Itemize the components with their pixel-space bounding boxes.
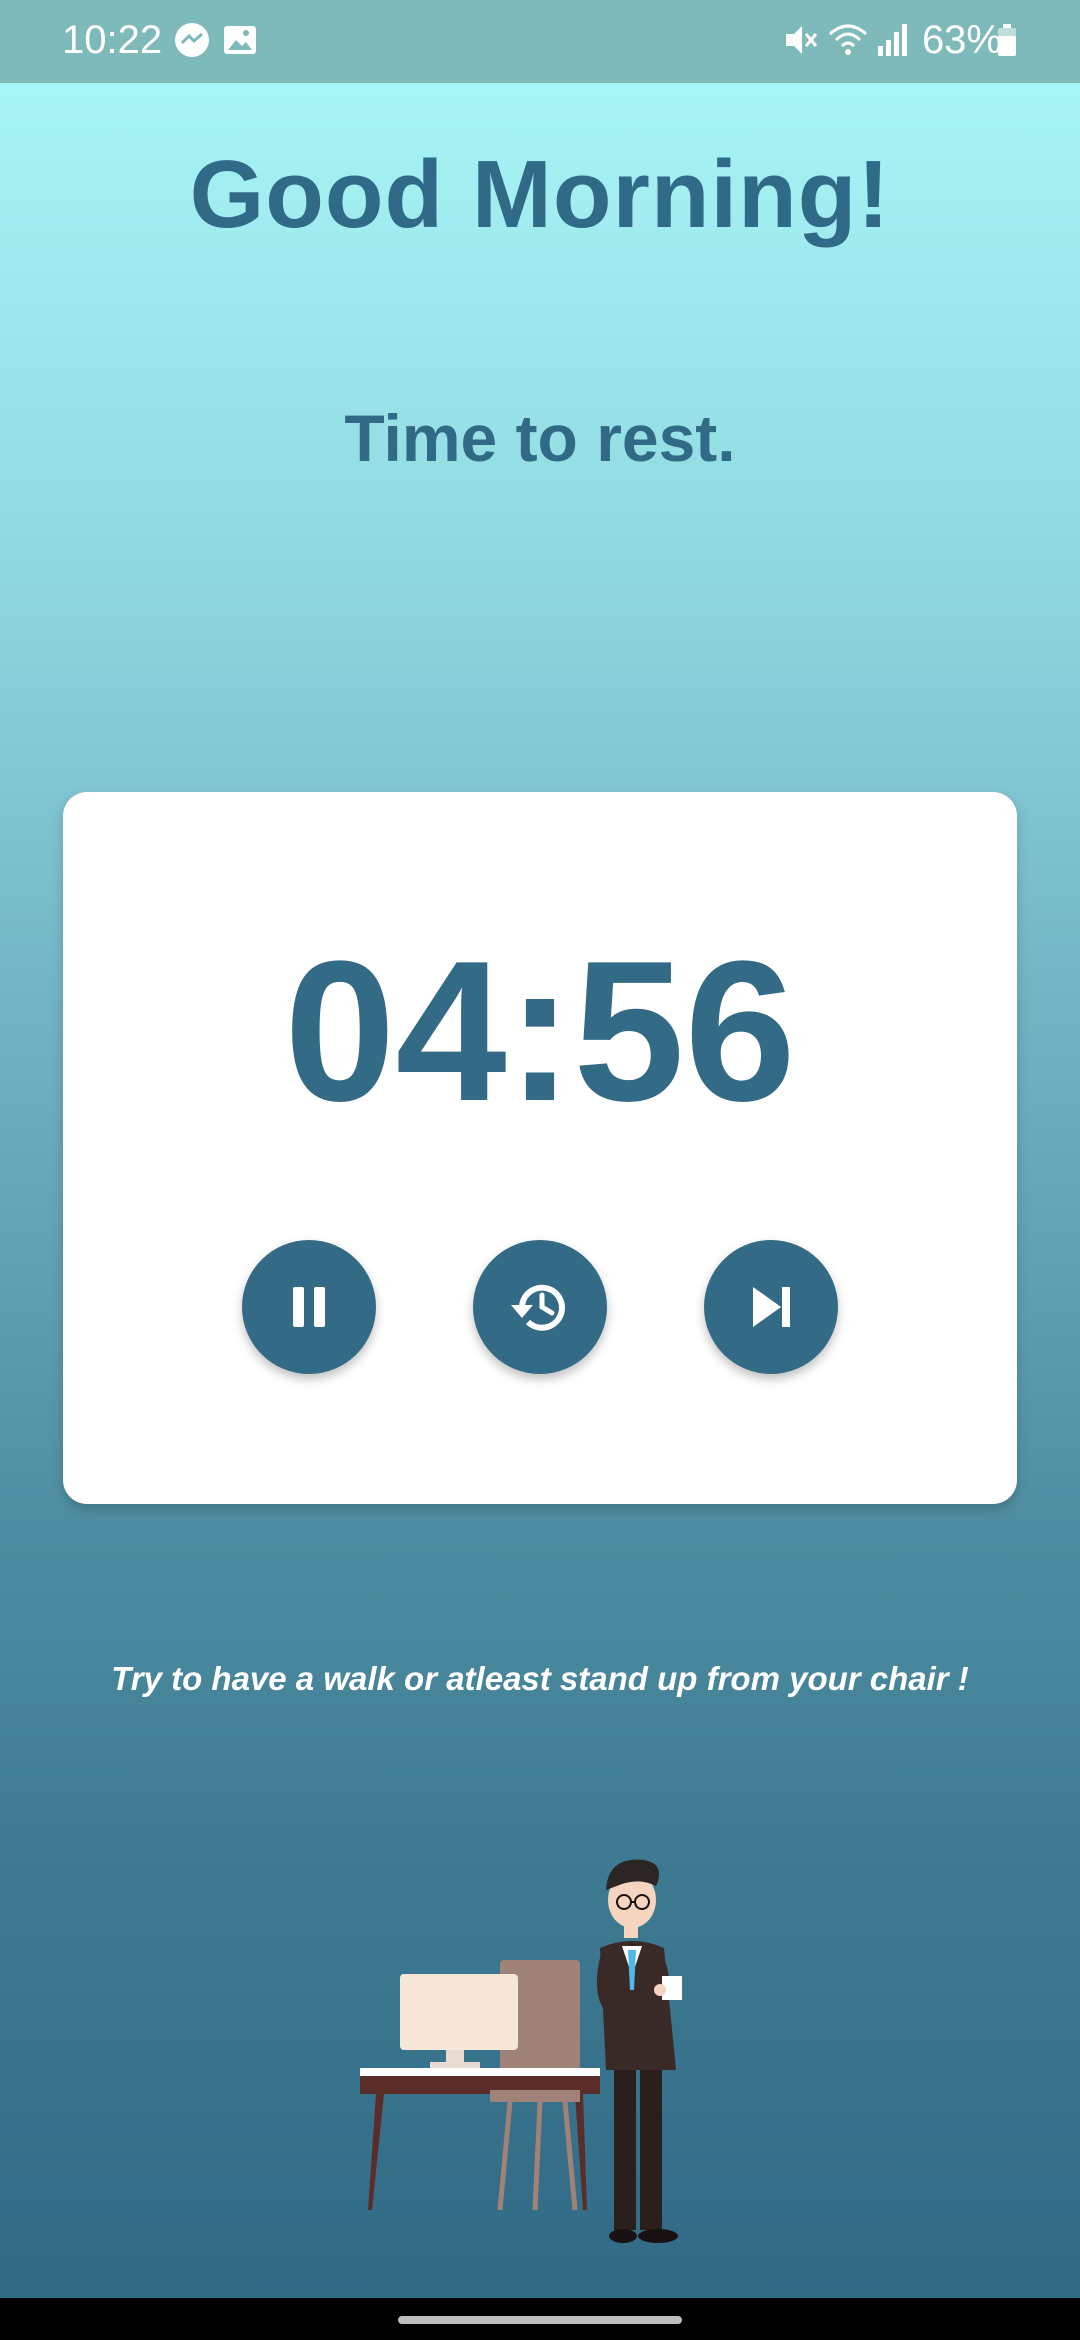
restart-icon: [511, 1284, 565, 1331]
gallery-icon: [220, 20, 260, 65]
signal-icon: [876, 20, 910, 65]
tip-text: Try to have a walk or atleast stand up f…: [111, 1660, 969, 1697]
office-worker-illustration: [360, 1859, 682, 2243]
greeting-title: Good Morning!: [189, 141, 891, 248]
messenger-icon: [172, 20, 212, 65]
navigation-bar: [0, 2298, 1080, 2340]
skip-button[interactable]: [704, 1240, 838, 1374]
mute-icon: [780, 20, 820, 65]
home-handle[interactable]: [398, 2316, 682, 2324]
status-bar: 10:22 63%: [0, 0, 1080, 83]
skip-icon: [753, 1287, 790, 1327]
battery-percent: 63%: [921, 18, 1002, 62]
status-time: 10:22: [62, 18, 163, 62]
timer-card: 04:56: [63, 792, 1017, 1504]
timer-display: 04:56: [284, 920, 796, 1143]
wifi-icon: [826, 20, 870, 65]
pause-button[interactable]: [242, 1240, 376, 1374]
pause-icon: [293, 1287, 325, 1327]
subtitle: Time to rest.: [344, 401, 736, 475]
battery-icon: [996, 20, 1018, 65]
restart-button[interactable]: [473, 1240, 607, 1374]
